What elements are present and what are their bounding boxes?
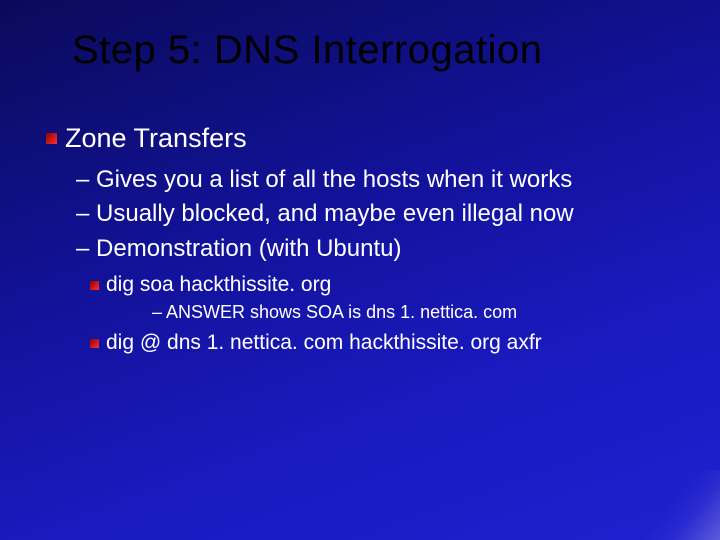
square-bullet-icon bbox=[90, 281, 99, 290]
slide-title: Step 5: DNS Interrogation bbox=[0, 0, 720, 73]
level3-list: dig soa hackthissite. org – ANSWER shows… bbox=[46, 273, 720, 354]
level2-list: – Gives you a list of all the hosts when… bbox=[46, 164, 720, 265]
level1-text: Zone Transfers bbox=[65, 123, 247, 154]
level2-item: – Usually blocked, and maybe even illega… bbox=[76, 198, 720, 230]
slide-content: Zone Transfers – Gives you a list of all… bbox=[0, 73, 720, 355]
level4-item: – ANSWER shows SOA is dns 1. nettica. co… bbox=[152, 301, 720, 324]
bullet-level1: Zone Transfers bbox=[46, 123, 720, 154]
level3-text: dig @ dns 1. nettica. com hackthissite. … bbox=[106, 331, 542, 355]
level4-list: – ANSWER shows SOA is dns 1. nettica. co… bbox=[90, 301, 720, 324]
level3-text: dig soa hackthissite. org bbox=[106, 273, 331, 297]
square-bullet-icon bbox=[90, 339, 99, 348]
level2-item: – Gives you a list of all the hosts when… bbox=[76, 164, 720, 196]
level2-item: – Demonstration (with Ubuntu) bbox=[76, 233, 720, 265]
page-curl-decoration bbox=[630, 470, 720, 540]
level3-item: dig soa hackthissite. org bbox=[90, 273, 720, 297]
square-bullet-icon bbox=[46, 133, 57, 144]
level3-item: dig @ dns 1. nettica. com hackthissite. … bbox=[90, 331, 720, 355]
